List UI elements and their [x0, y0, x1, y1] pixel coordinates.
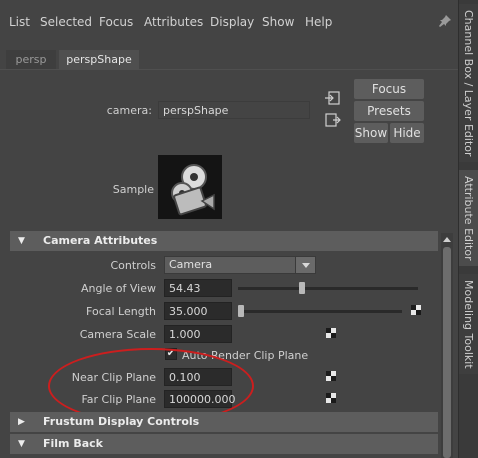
- map-button-icon[interactable]: [326, 371, 336, 381]
- map-button-icon[interactable]: [326, 328, 336, 338]
- side-tab-channel-box[interactable]: Channel Box / Layer Editor: [459, 4, 478, 162]
- focus-button[interactable]: Focus: [354, 79, 424, 99]
- collapse-arrow-icon: ▼: [18, 439, 25, 449]
- controls-label: Controls: [110, 259, 157, 272]
- node-tabs: persp perspShape: [0, 50, 458, 70]
- scroll-up-icon[interactable]: [442, 235, 452, 243]
- focal-length-slider-handle[interactable]: [238, 305, 244, 317]
- angle-of-view-label: Angle of View: [80, 282, 156, 295]
- auto-render-clip-plane-label: Auto Render Clip Plane: [182, 349, 309, 362]
- pin-icon[interactable]: [438, 14, 452, 28]
- scrollbar-thumb[interactable]: [443, 247, 451, 458]
- show-button[interactable]: Show: [354, 123, 388, 143]
- camera-scale-field[interactable]: 1.000: [164, 325, 232, 343]
- near-clip-plane-field[interactable]: 0.100: [164, 368, 232, 386]
- camera-scale-label: Camera Scale: [79, 328, 156, 341]
- menu-focus[interactable]: Focus: [99, 15, 133, 29]
- sample-swatch: [158, 155, 222, 219]
- hide-button[interactable]: Hide: [390, 123, 424, 143]
- camera-swatch-icon: [171, 164, 215, 216]
- menu-display[interactable]: Display: [210, 15, 254, 29]
- far-clip-plane-label: Far Clip Plane: [81, 393, 156, 406]
- focal-length-field[interactable]: 35.000: [164, 302, 232, 320]
- tab-divider: [0, 69, 458, 70]
- section-title: Film Back: [43, 437, 103, 450]
- camera-name-field[interactable]: perspShape: [158, 101, 310, 119]
- section-frustum-display-controls[interactable]: ▶ Frustum Display Controls: [10, 412, 438, 432]
- auto-render-clip-plane-checkbox[interactable]: ✔: [165, 348, 177, 360]
- menu-list[interactable]: List: [9, 15, 30, 29]
- expand-arrow-icon: ▶: [18, 417, 25, 427]
- section-title: Camera Attributes: [43, 234, 158, 247]
- section-film-back[interactable]: ▼ Film Back: [10, 434, 438, 454]
- far-clip-plane-field[interactable]: 100000.000: [164, 390, 235, 408]
- menu-help[interactable]: Help: [305, 15, 332, 29]
- collapse-arrow-icon: ▼: [18, 236, 25, 246]
- controls-value: Camera: [169, 258, 213, 271]
- near-clip-plane-label: Near Clip Plane: [71, 371, 156, 384]
- side-tab-modeling-toolkit[interactable]: Modeling Toolkit: [459, 274, 478, 374]
- angle-of-view-slider-track[interactable]: [238, 287, 418, 290]
- side-tab-attribute-editor[interactable]: Attribute Editor: [459, 170, 478, 266]
- map-button-icon[interactable]: [411, 305, 421, 315]
- side-tab-bar: Channel Box / Layer Editor Attribute Edi…: [458, 0, 478, 458]
- tab-perspshape[interactable]: perspShape: [59, 50, 139, 70]
- controls-dropdown[interactable]: Camera: [164, 256, 316, 274]
- section-camera-attributes[interactable]: ▼ Camera Attributes: [10, 231, 438, 251]
- menu-attributes[interactable]: Attributes: [144, 15, 203, 29]
- chevron-down-icon: [295, 257, 315, 273]
- menu-selected[interactable]: Selected: [40, 15, 92, 29]
- camera-label: camera:: [106, 104, 152, 117]
- focal-length-label: Focal Length: [86, 305, 156, 318]
- presets-button[interactable]: Presets: [354, 101, 424, 121]
- angle-of-view-field[interactable]: 54.43: [164, 279, 232, 297]
- map-button-icon[interactable]: [326, 393, 336, 403]
- menu-bar: List Selected Focus Attributes Display S…: [0, 0, 458, 44]
- tab-persp[interactable]: persp: [6, 50, 56, 70]
- select-node-icon[interactable]: [325, 91, 341, 105]
- sample-label: Sample: [112, 183, 154, 196]
- menu-show[interactable]: Show: [262, 15, 294, 29]
- section-title: Frustum Display Controls: [43, 415, 200, 428]
- output-connection-icon[interactable]: [325, 113, 341, 127]
- angle-of-view-slider-handle[interactable]: [298, 282, 305, 294]
- focal-length-slider-track[interactable]: [238, 310, 402, 313]
